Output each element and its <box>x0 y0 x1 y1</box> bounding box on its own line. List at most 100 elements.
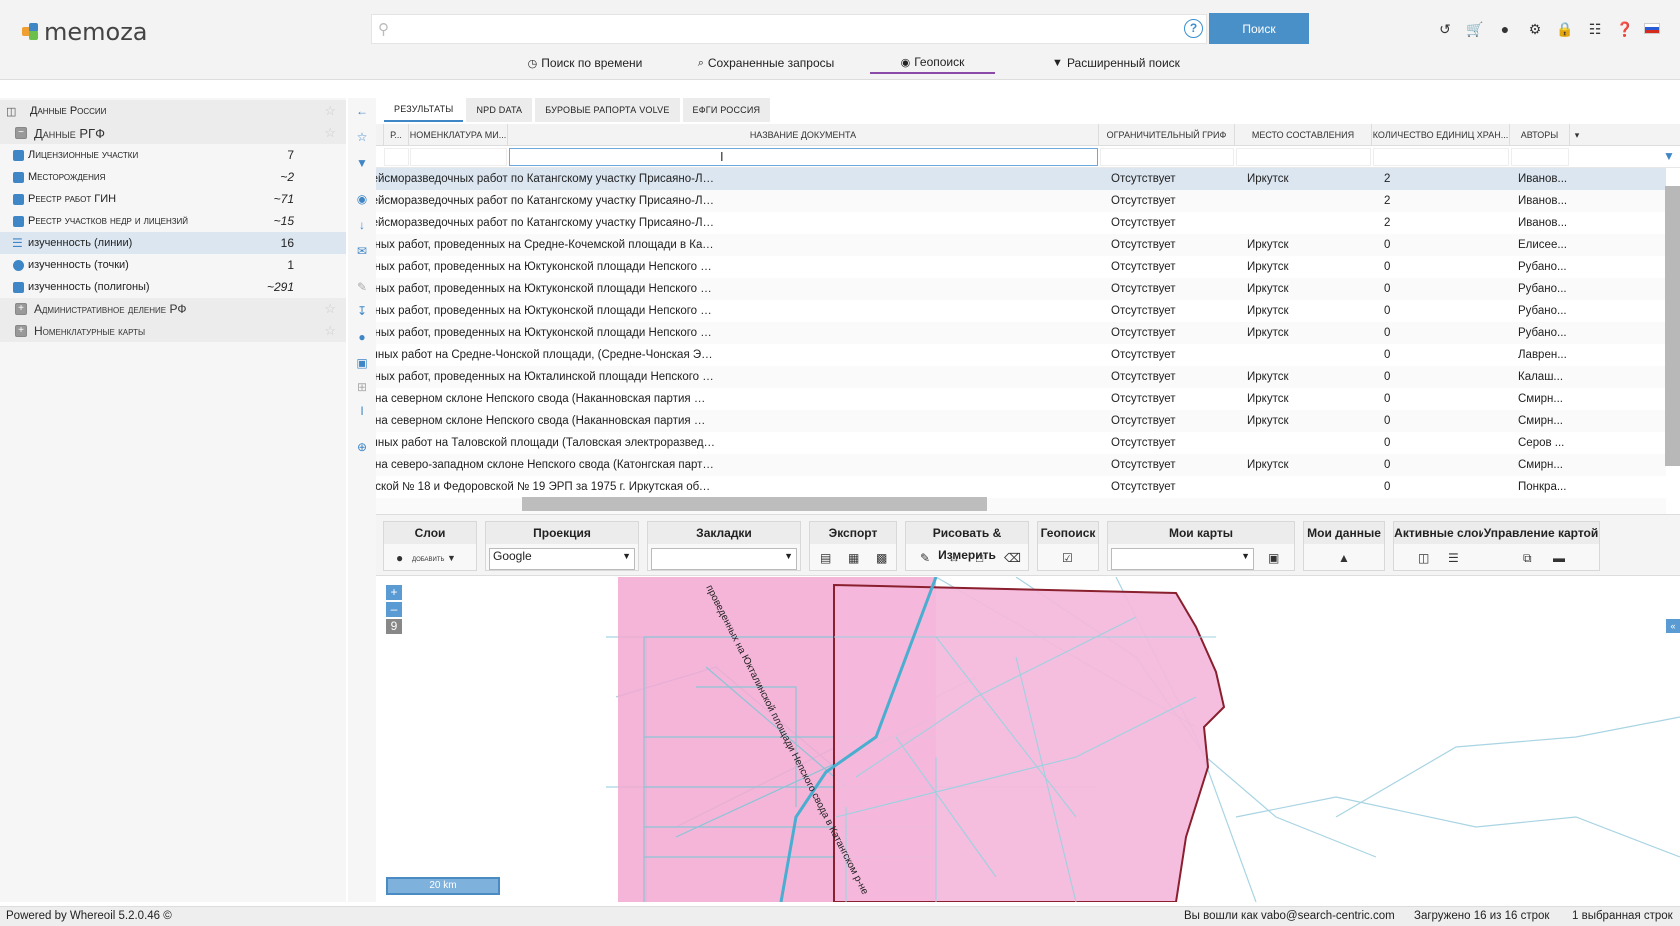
logo[interactable]: memoza <box>22 18 148 46</box>
sidebar-item-subsoil-registry[interactable]: Реестр участков недр и лицензий ~15 <box>0 210 346 232</box>
sidebar-group-nomenclature[interactable]: + Номенклатурные карты ☆ <box>0 320 346 342</box>
table-row[interactable]: 1)0P-49Отчет о результатах региональных … <box>376 168 1666 190</box>
cart-icon[interactable]: 🛒 <box>1464 18 1486 40</box>
table-row[interactable]: 13)0P-49Отчет о результатах электроразве… <box>376 432 1666 454</box>
export-3d-icon[interactable]: ▩ <box>876 548 887 568</box>
search-button[interactable]: Поиск <box>1209 13 1309 44</box>
rectangle-icon[interactable]: □ <box>976 548 983 568</box>
collapse-icon[interactable]: − <box>15 127 27 139</box>
my-maps-select[interactable]: ▼ <box>1111 548 1254 570</box>
tab-npd-data[interactable]: NPD DATA <box>466 98 533 122</box>
search-input[interactable] <box>400 17 1160 41</box>
favorite-star-icon[interactable]: ☆ <box>324 301 336 317</box>
filter-input-classification[interactable] <box>1100 148 1234 166</box>
expand-icon[interactable]: + <box>15 303 27 315</box>
trash-icon[interactable]: ☑ <box>1062 548 1073 568</box>
zoom-in-icon[interactable]: ⊕ <box>348 440 376 454</box>
sidebar-group-admin[interactable]: + Административное деление РФ ☆ <box>0 298 346 320</box>
collapse-panel-icon[interactable]: « <box>1666 619 1680 633</box>
table-row[interactable]: 9)0P-49Отчет о результатах электроразвед… <box>376 344 1666 366</box>
expand-icon[interactable]: + <box>15 325 27 337</box>
sidebar-item-gin-registry[interactable]: Реестр работ ГИН ~71 <box>0 188 346 210</box>
apps-icon[interactable]: ☷ <box>1584 18 1606 40</box>
favorite-star-icon[interactable]: ☆ <box>324 103 336 119</box>
favorite-star-icon[interactable]: ☆ <box>324 125 336 141</box>
filter-input-r[interactable] <box>384 148 409 166</box>
table-row[interactable]: 3)0P-49Отчет о результатах региональных … <box>376 212 1666 234</box>
filter-input-quantity[interactable] <box>1373 148 1509 166</box>
tab-time-search[interactable]: ◷ Поиск по времени <box>520 52 650 74</box>
sidebar-item-study-points[interactable]: изученность (точки) 1 <box>0 254 346 276</box>
table-row[interactable]: 8)0P-49Отчет о результатах сейсморазведо… <box>376 322 1666 344</box>
map-canvas[interactable]: проведенных на Юкталинской площади Непск… <box>376 577 1680 902</box>
sidebar-item-study-polygons[interactable]: изученность (полигоны) ~291 <box>0 276 346 298</box>
table-row[interactable]: 10)0P-49Отчет о результатах сейсморазвед… <box>376 366 1666 388</box>
table-row[interactable]: 14)0O-48, O-49, P-49Отчет о результатах … <box>376 454 1666 476</box>
table-row[interactable]: 5)0P-49Отчет о результатах сейсморазведо… <box>376 256 1666 278</box>
pencil-icon[interactable]: ✎ <box>348 280 376 294</box>
window-restore-icon[interactable]: ⧉ <box>1523 548 1532 568</box>
tab-volve-drilling-reports[interactable]: БУРОВЫЕ РАПОРТА VOLVE <box>535 98 680 122</box>
grid-vertical-scrollbar[interactable] <box>1665 186 1680 466</box>
text-cursor-icon[interactable]: I <box>348 404 376 418</box>
refresh-icon[interactable]: ↺ <box>1434 18 1456 40</box>
table-row[interactable]: 4)0P-49Отчет о результатах сейсморазведо… <box>376 234 1666 256</box>
sidebar-item-deposits[interactable]: Месторождения ~2 <box>0 166 346 188</box>
lock-icon[interactable]: 🔒 <box>1554 18 1576 40</box>
mail-icon[interactable]: ✉ <box>348 244 376 258</box>
pencil-icon[interactable]: ✎ <box>920 548 930 568</box>
save-icon[interactable]: ↧ <box>348 304 376 318</box>
cart-icon[interactable]: ▣ <box>348 356 376 370</box>
column-header-classification[interactable]: ОГРАНИЧИТЕЛЬНЫЙ ГРИФ <box>1099 124 1235 146</box>
camera-icon[interactable]: ◉ <box>348 192 376 206</box>
filter-funnel-icon[interactable]: ▼ <box>1663 149 1675 163</box>
filter-icon[interactable]: ▼ <box>348 156 376 170</box>
sidebar-root[interactable]: ◫ Данные России ☆ <box>0 100 346 122</box>
filter-input-nomenclature[interactable] <box>410 148 507 166</box>
add-layer-button[interactable]: добавить ▼ <box>412 548 456 568</box>
tab-saved-queries[interactable]: ⌕ Сохраненные запросы <box>686 52 846 74</box>
search-box[interactable]: ⚲ <box>371 14 1207 44</box>
tab-results[interactable]: РЕЗУЛЬТАТЫ <box>384 98 464 122</box>
chat-icon[interactable]: ● <box>1494 18 1516 40</box>
column-header-nomenclature[interactable]: НОМЕНКЛАТУРА МИ... <box>409 124 508 146</box>
export-pdf-icon[interactable]: ▤ <box>820 548 831 568</box>
grid-horizontal-scrollbar[interactable] <box>522 497 987 511</box>
help-icon[interactable]: ❓ <box>1614 18 1636 40</box>
save-map-icon[interactable]: ▣ <box>1268 548 1279 568</box>
selected-study-polygon[interactable] <box>833 583 1226 902</box>
bookmarks-select[interactable]: ▼ <box>651 548 797 570</box>
table-row[interactable]: 7)0P-49Отчет о результатах сейсморазведо… <box>376 300 1666 322</box>
minimize-icon[interactable]: ▬ <box>1553 548 1565 568</box>
favorite-star-icon[interactable]: ☆ <box>324 323 336 339</box>
eraser-icon[interactable]: ⌫ <box>1004 548 1021 568</box>
zoom-out-button[interactable]: – <box>386 602 402 617</box>
table-row[interactable]: 12)0P-49Отчет о результатах работ ТСЗ МП… <box>376 410 1666 432</box>
filter-input-place[interactable] <box>1236 148 1371 166</box>
column-header-r[interactable]: Р... <box>384 124 409 146</box>
tab-advanced-search[interactable]: ▼ Расширенный поиск <box>1036 52 1196 74</box>
sidebar-group-rgf[interactable]: − Данные РГФ ☆ <box>0 122 346 144</box>
column-header-place[interactable]: МЕСТО СОСТАВЛЕНИЯ <box>1235 124 1372 146</box>
table-row[interactable]: 2)0P-49Отчет о результатах региональных … <box>376 190 1666 212</box>
table-row[interactable]: 6)0P-49Отчет о результатах сейсморазведо… <box>376 278 1666 300</box>
table-row[interactable]: 11)0P-49Отчет о результатах работ ТСЗ МП… <box>376 388 1666 410</box>
column-menu-icon[interactable]: ▾ <box>1570 124 1584 146</box>
projection-select[interactable]: Google ▼ <box>489 548 635 570</box>
flag-icon[interactable] <box>1644 23 1660 34</box>
column-header-authors[interactable]: АВТОРЫ <box>1510 124 1570 146</box>
column-header-quantity[interactable]: КОЛИЧЕСТВО ЕДИНИЦ ХРАН... <box>1372 124 1510 146</box>
add-box-icon[interactable]: ⊞ <box>348 380 376 394</box>
sidebar-item-licenses[interactable]: Лицензионные участки 7 <box>0 144 346 166</box>
filter-input-authors[interactable] <box>1511 148 1569 166</box>
hierarchy-icon[interactable]: ▲ <box>1338 548 1350 568</box>
table-row[interactable]: 15)0O-48, O-49, P-49Отчет о результатах … <box>376 476 1666 498</box>
download-arrow-icon[interactable]: ↓ <box>348 218 376 232</box>
star-icon[interactable]: ☆ <box>348 130 376 144</box>
tab-efgi-russia[interactable]: ЕФГИ РОССИЯ <box>682 98 771 122</box>
measure-icon[interactable]: ↔ <box>948 548 960 568</box>
tab-geosearch[interactable]: ◉ Геопоиск <box>870 52 995 74</box>
zoom-in-button[interactable]: + <box>386 585 402 600</box>
filter-input-title[interactable]: I <box>509 148 1098 166</box>
search-help-icon[interactable]: ? <box>1184 19 1203 38</box>
